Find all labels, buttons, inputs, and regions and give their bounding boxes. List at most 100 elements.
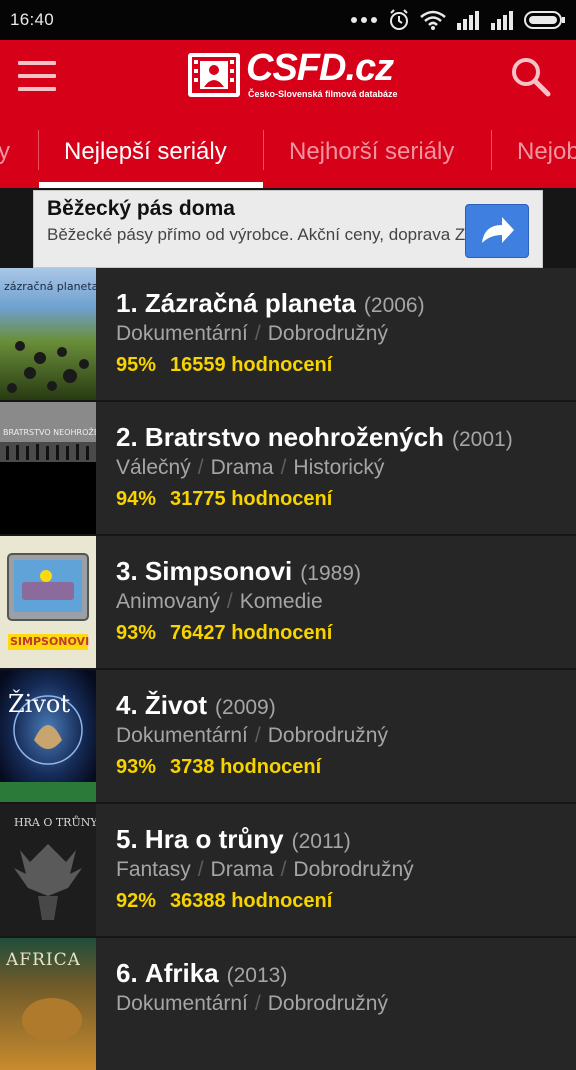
genre: Drama bbox=[210, 456, 274, 479]
series-title-line: 1. Zázračná planeta (2006) bbox=[116, 288, 425, 319]
series-title-line: 4. Život (2009) bbox=[116, 690, 276, 721]
genre: Dobrodružný bbox=[267, 724, 388, 747]
rating-count: 76427 hodnocení bbox=[170, 622, 333, 644]
poster-image: SIMPSONOVI bbox=[0, 536, 96, 668]
tab-divider bbox=[491, 130, 492, 170]
series-rating: 92% 36388 hodnocení bbox=[116, 890, 332, 913]
series-title: Afrika bbox=[144, 958, 219, 988]
genre: Dokumentární bbox=[116, 992, 248, 1015]
poster-text: BRATRSTVO NEOHROŽENÝCH bbox=[3, 428, 96, 437]
series-title-line: 2. Bratrstvo neohrožených (2001) bbox=[116, 422, 513, 453]
signal-icon bbox=[457, 11, 479, 30]
series-title: Zázračná planeta bbox=[144, 288, 356, 318]
series-rank: 4. bbox=[116, 690, 138, 720]
series-title-line: 3. Simpsonovi (1989) bbox=[116, 556, 361, 587]
series-year: (2001) bbox=[452, 428, 513, 451]
series-title: Bratrstvo neohrožených bbox=[144, 422, 444, 452]
poster-text: SIMPSONOVI bbox=[10, 635, 90, 648]
alarm-icon bbox=[390, 9, 408, 30]
active-tab-indicator bbox=[39, 182, 263, 188]
logo-text: CSFD.cz bbox=[246, 47, 394, 89]
series-title-line: 6. Afrika (2013) bbox=[116, 958, 287, 989]
series-title-line: 5. Hra o trůny (2011) bbox=[116, 824, 351, 855]
list-item[interactable]: BRATRSTVO NEOHROŽENÝCH 2. Bratrstvo neoh… bbox=[0, 402, 576, 534]
rating-percent: 93% bbox=[116, 622, 157, 644]
list-item[interactable]: Život 4. Život (2009) Dokumentární / Dobrod… bbox=[0, 670, 576, 802]
series-year: (2009) bbox=[215, 696, 276, 719]
ad-title: Běžecký pás doma bbox=[47, 197, 235, 220]
series-year: (1989) bbox=[300, 562, 361, 585]
genre: Fantasy bbox=[116, 858, 191, 881]
genre: Historický bbox=[293, 456, 385, 479]
series-year: (2013) bbox=[226, 964, 288, 987]
rating-percent: 95% bbox=[116, 354, 157, 376]
tab-divider bbox=[38, 130, 39, 170]
series-rating: 94% 31775 hodnocení bbox=[116, 488, 332, 511]
rating-count: 16559 hodnocení bbox=[170, 354, 333, 376]
rating-count: 3738 hodnocení bbox=[170, 756, 322, 778]
ad-open-button[interactable] bbox=[465, 204, 529, 258]
series-genres: Dokumentární / Dobrodružný bbox=[116, 322, 388, 345]
series-title: Hra o trůny bbox=[144, 824, 284, 854]
genre: Animovaný bbox=[116, 590, 220, 613]
genre: Dokumentární bbox=[116, 724, 248, 747]
series-genres: Dokumentární / Dobrodružný bbox=[116, 724, 388, 747]
wifi-icon bbox=[420, 10, 446, 30]
list-item[interactable]: SIMPSONOVI 3. Simpsonovi (1989) Animovaný… bbox=[0, 536, 576, 668]
poster-text: zázračná planeta bbox=[4, 280, 96, 293]
series-rating: 95% 16559 hodnocení bbox=[116, 354, 332, 377]
status-time: 16:40 bbox=[10, 10, 55, 29]
rating-percent: 93% bbox=[116, 756, 157, 778]
tab-best-series[interactable]: Nejlepší seriály bbox=[64, 138, 227, 166]
tab-previous[interactable]: y bbox=[0, 138, 10, 166]
series-rank: 3. bbox=[116, 556, 138, 586]
poster-text: HRA O TRŮNY bbox=[14, 816, 96, 829]
signal-icon-2 bbox=[491, 11, 513, 30]
tab-divider bbox=[263, 130, 264, 170]
genre: Dobrodružný bbox=[293, 858, 414, 881]
rating-percent: 94% bbox=[116, 488, 157, 510]
series-genres: Animovaný / Komedie bbox=[116, 590, 323, 613]
logo-subtitle: Česko-Slovenská filmová databáze bbox=[248, 89, 398, 99]
tab-next[interactable]: Nejob bbox=[517, 138, 576, 166]
search-icon[interactable] bbox=[510, 56, 552, 98]
poster-text: AFRICA bbox=[6, 950, 81, 970]
ad-banner[interactable]: Běžecký pás doma Běžecké pásy přímo od v… bbox=[33, 190, 543, 268]
series-year: (2011) bbox=[291, 830, 351, 853]
tab-worst-series[interactable]: Nejhorší seriály bbox=[289, 138, 454, 166]
series-rank: 5. bbox=[116, 824, 138, 854]
tab-bar: y Nejlepší seriály Nejhorší seriály Nejo… bbox=[0, 112, 576, 188]
csfd-logo[interactable]: CSFD.cz Česko-Slovenská filmová databáze bbox=[188, 47, 398, 100]
series-genres: Dokumentární / Dobrodružný bbox=[116, 992, 388, 1015]
rating-count: 31775 hodnocení bbox=[170, 488, 333, 510]
genre: Dobrodružný bbox=[267, 992, 388, 1015]
list-item[interactable]: zázračná planeta 1. Zázračná planeta (200… bbox=[0, 268, 576, 400]
film-logo-icon bbox=[188, 53, 240, 97]
menu-button[interactable] bbox=[18, 59, 58, 93]
series-rank: 2. bbox=[116, 422, 138, 452]
battery-icon bbox=[524, 11, 565, 29]
ad-description: Běžecké pásy přímo od výrobce. Akční cen… bbox=[47, 225, 466, 244]
genre: Komedie bbox=[239, 590, 323, 613]
genre: Válečný bbox=[116, 456, 191, 479]
poster-image: BRATRSTVO NEOHROŽENÝCH bbox=[0, 402, 96, 534]
genre: Dokumentární bbox=[116, 322, 248, 345]
list-item[interactable]: AFRICA 6. Afrika (2013) Dokumentární / Dobr… bbox=[0, 938, 576, 1070]
series-title: Život bbox=[144, 690, 208, 720]
series-genres: Válečný / Drama / Historický bbox=[116, 456, 385, 479]
series-title: Simpsonovi bbox=[144, 556, 293, 586]
series-rank: 1. bbox=[116, 288, 138, 318]
genre: Drama bbox=[210, 858, 274, 881]
list-item[interactable]: HRA O TRŮNY 5. Hra o trůny (2011) Fantasy… bbox=[0, 804, 576, 936]
poster-image: HRA O TRŮNY bbox=[0, 804, 96, 936]
rating-percent: 92% bbox=[116, 890, 157, 912]
poster-text: Život bbox=[8, 690, 71, 718]
status-bar: 16:40 bbox=[0, 0, 576, 40]
app-bar: CSFD.cz Česko-Slovenská filmová databáze bbox=[0, 40, 576, 112]
poster-image: zázračná planeta bbox=[0, 268, 96, 400]
rating-count: 36388 hodnocení bbox=[170, 890, 333, 912]
more-dots-icon bbox=[351, 17, 377, 23]
series-year: (2006) bbox=[363, 294, 425, 317]
series-rating: 93% 76427 hodnocení bbox=[116, 622, 332, 645]
genre: Dobrodružný bbox=[267, 322, 388, 345]
